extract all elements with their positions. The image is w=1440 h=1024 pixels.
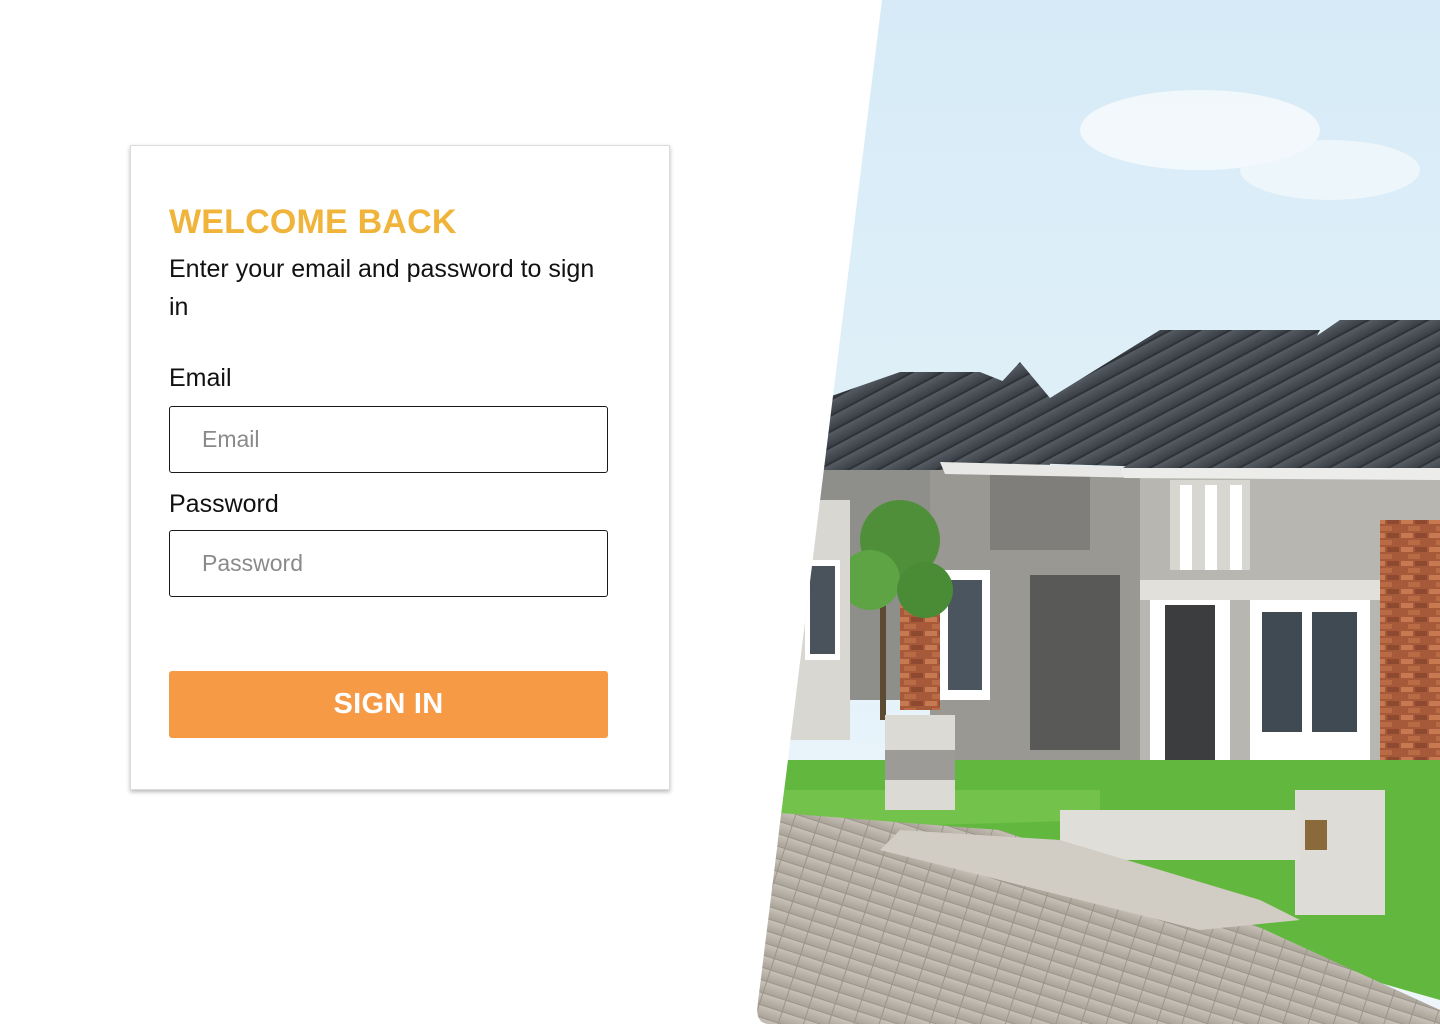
login-card: WELCOME BACK Enter your email and passwo… — [130, 145, 670, 790]
login-page: WELCOME BACK Enter your email and passwo… — [0, 0, 1440, 1024]
email-input[interactable] — [169, 406, 608, 473]
sign-in-button[interactable]: SIGN IN — [169, 671, 608, 738]
page-title: WELCOME BACK — [169, 203, 457, 241]
password-label: Password — [169, 490, 279, 518]
page-subtitle: Enter your email and password to sign in — [169, 255, 595, 321]
email-label: Email — [169, 364, 232, 392]
password-input[interactable] — [169, 530, 608, 597]
